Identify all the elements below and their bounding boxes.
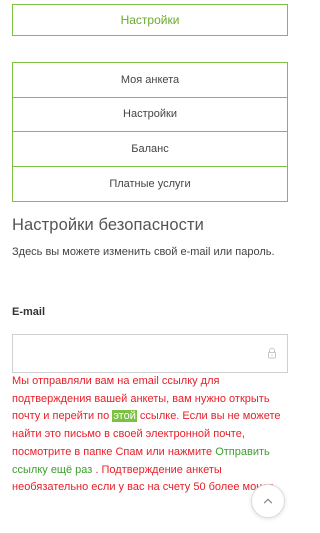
menu-item-paid-services[interactable]: Платные услуги — [13, 167, 287, 202]
menu-item-label: Моя анкета — [120, 73, 180, 86]
settings-button-label: Настройки — [120, 13, 180, 27]
account-menu: Моя анкета Настройки Баланс Платные услу… — [12, 62, 288, 202]
email-field[interactable] — [12, 334, 288, 373]
menu-item-settings[interactable]: Настройки — [13, 98, 287, 132]
menu-item-label: Баланс — [131, 142, 169, 155]
confirm-link[interactable]: этой — [112, 410, 137, 423]
security-settings-description: Здесь вы можете изменить свой e-mail или… — [12, 246, 275, 258]
menu-item-my-profile[interactable]: Моя анкета — [13, 63, 287, 98]
email-confirmation-notice: Мы отправляли вам на email ссылку для по… — [12, 373, 290, 497]
settings-button[interactable]: Настройки — [12, 4, 288, 36]
chevron-up-icon — [263, 498, 273, 504]
email-label: E-mail — [12, 306, 46, 318]
security-settings-title: Настройки безопасности — [12, 216, 204, 234]
scroll-to-top-button[interactable] — [251, 484, 285, 518]
menu-item-label: Настройки — [123, 108, 177, 121]
menu-item-balance[interactable]: Баланс — [13, 132, 287, 167]
menu-item-label: Платные услуги — [109, 177, 191, 190]
lock-icon — [268, 347, 276, 359]
